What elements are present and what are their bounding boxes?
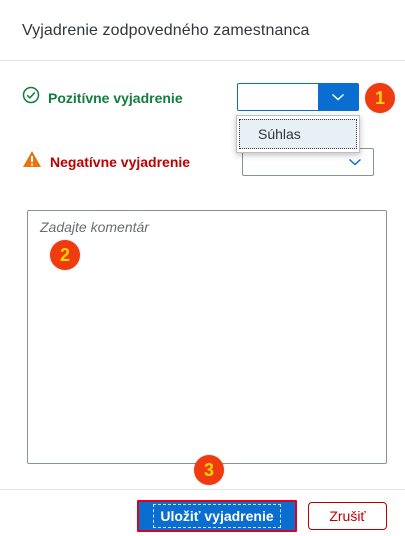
positive-label: Pozitívne vyjadrenie — [48, 89, 183, 106]
positive-dropdown-list: Súhlas — [236, 115, 360, 153]
step-badge-3: 3 — [194, 455, 224, 485]
dialog-title: Vyjadrenie zodpovedného zamestnanca — [22, 22, 310, 39]
save-button[interactable]: Uložiť vyjadrenie — [137, 500, 297, 532]
cancel-button[interactable]: Zrušiť — [308, 502, 387, 530]
dropdown-option-suhlas[interactable]: Súhlas — [239, 119, 357, 149]
negative-row: Negatívne vyjadrenie — [22, 150, 190, 173]
footer-divider — [0, 489, 405, 490]
step-badge-2: 2 — [50, 240, 80, 270]
check-circle-icon — [22, 86, 40, 109]
warning-icon — [22, 150, 42, 173]
comment-textarea[interactable]: Zadajte komentár — [27, 210, 387, 464]
positive-select[interactable] — [237, 83, 359, 111]
step-badge-1: 1 — [365, 83, 395, 113]
positive-row: Pozitívne vyjadrenie — [22, 86, 183, 109]
negative-label: Negatívne vyjadrenie — [50, 153, 191, 170]
chevron-down-icon[interactable] — [318, 84, 358, 110]
save-button-label: Uložiť vyjadrenie — [153, 504, 281, 528]
header-divider — [0, 60, 405, 61]
comment-placeholder: Zadajte komentár — [40, 219, 149, 235]
